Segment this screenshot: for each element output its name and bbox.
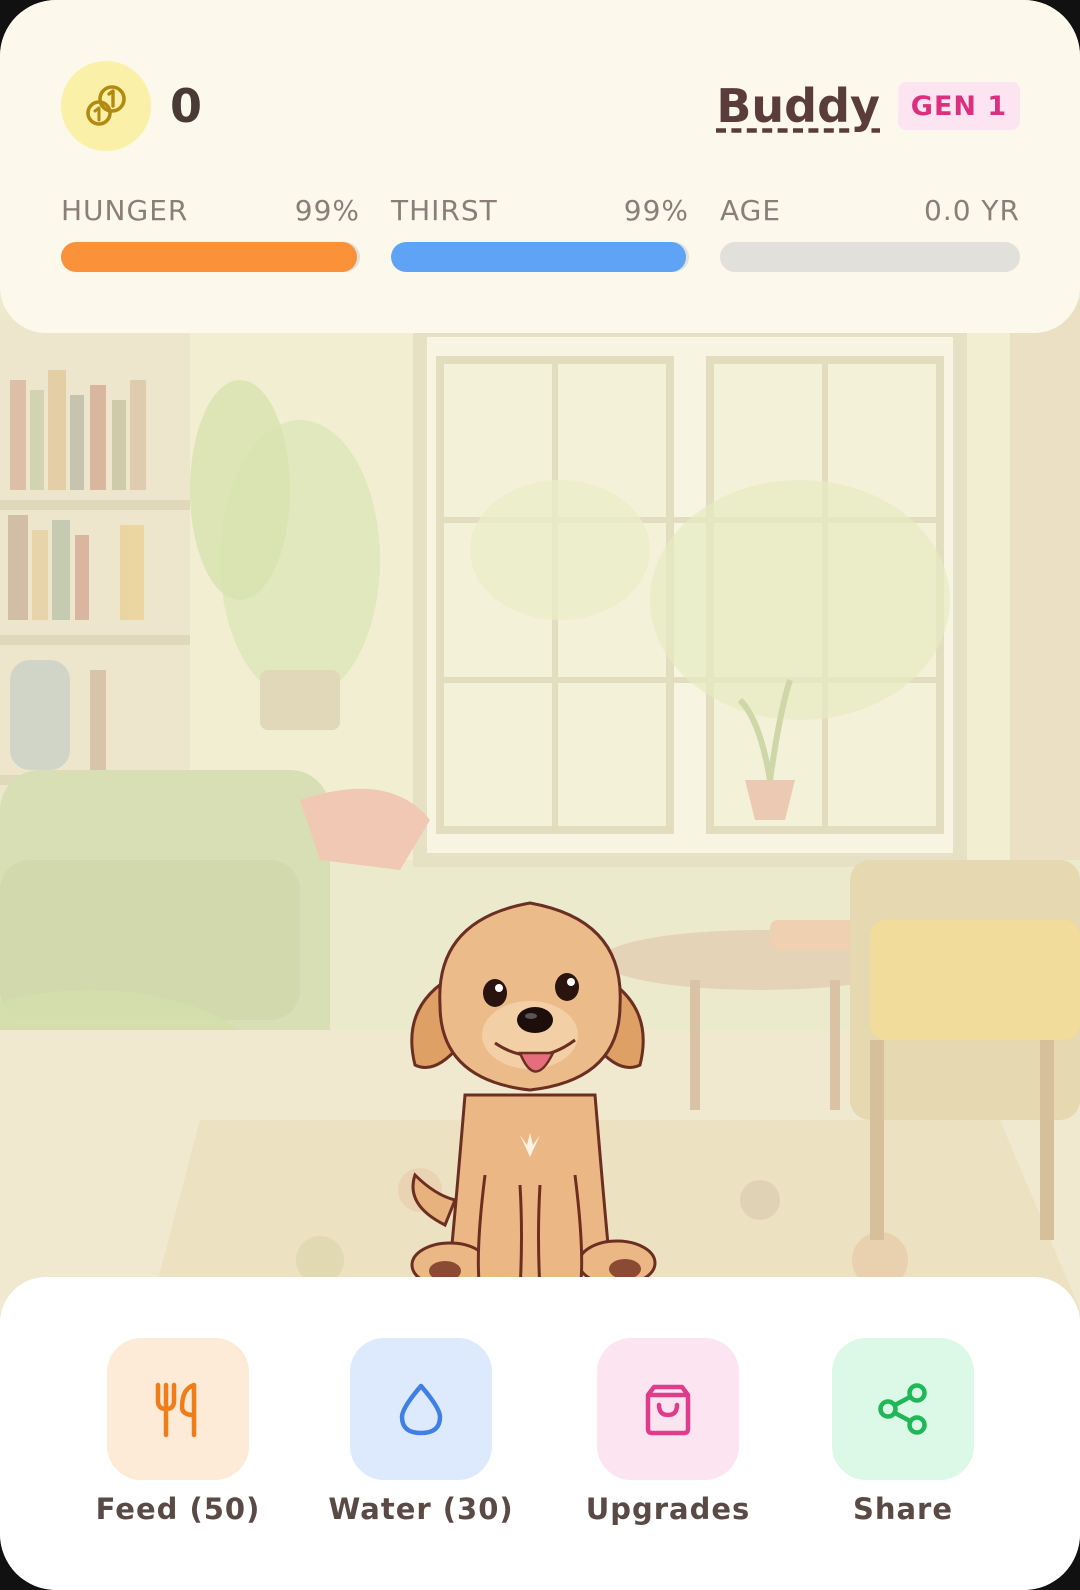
hunger-label: HUNGER [61,194,189,227]
living-room-scene [0,300,1080,1310]
pet-name[interactable]: Buddy [716,78,880,134]
share-action[interactable]: Share [823,1338,983,1526]
upgrades-action[interactable]: Upgrades [585,1338,751,1526]
coin-badge [61,61,151,151]
hunger-bar [61,242,360,272]
thirst-label: THIRST [391,194,498,227]
hunger-bar-fill [61,242,357,272]
generation-badge: GEN 1 [898,82,1020,130]
water-button[interactable] [350,1338,492,1480]
game-screen: 0 Buddy GEN 1 HUNGER 99% THIRST 99% AGE [0,0,1080,1590]
hunger-stat: HUNGER 99% [61,193,360,272]
age-bar [720,242,1020,272]
utensils-icon [155,1382,197,1438]
share-button[interactable] [832,1338,974,1480]
water-action[interactable]: Water (30) [328,1338,513,1526]
thirst-bar-fill [391,242,687,272]
thirst-bar [391,242,689,272]
age-stat: AGE 0.0 YR [720,193,1020,272]
thirst-value: 99% [623,194,689,227]
upgrades-label: Upgrades [585,1492,751,1526]
shopping-bag-icon [645,1384,691,1436]
feed-button[interactable] [107,1338,249,1480]
status-header: 0 Buddy GEN 1 HUNGER 99% THIRST 99% AGE [0,0,1080,333]
coins-icon [86,85,126,126]
action-bar: Feed (50) Water (30) Upgrades Share [0,1277,1080,1590]
thirst-stat: THIRST 99% [391,193,689,272]
share-label: Share [852,1492,954,1526]
puppy-pet[interactable] [395,895,665,1315]
coin-count: 0 [170,79,203,133]
age-value: 0.0 YR [924,194,1020,227]
upgrades-button[interactable] [597,1338,739,1480]
feed-label: Feed (50) [95,1492,261,1526]
feed-action[interactable]: Feed (50) [95,1338,261,1526]
hunger-value: 99% [294,194,360,227]
age-label: AGE [720,194,782,227]
water-label: Water (30) [328,1492,514,1526]
water-drop-icon [399,1383,443,1436]
share-icon [878,1383,927,1435]
